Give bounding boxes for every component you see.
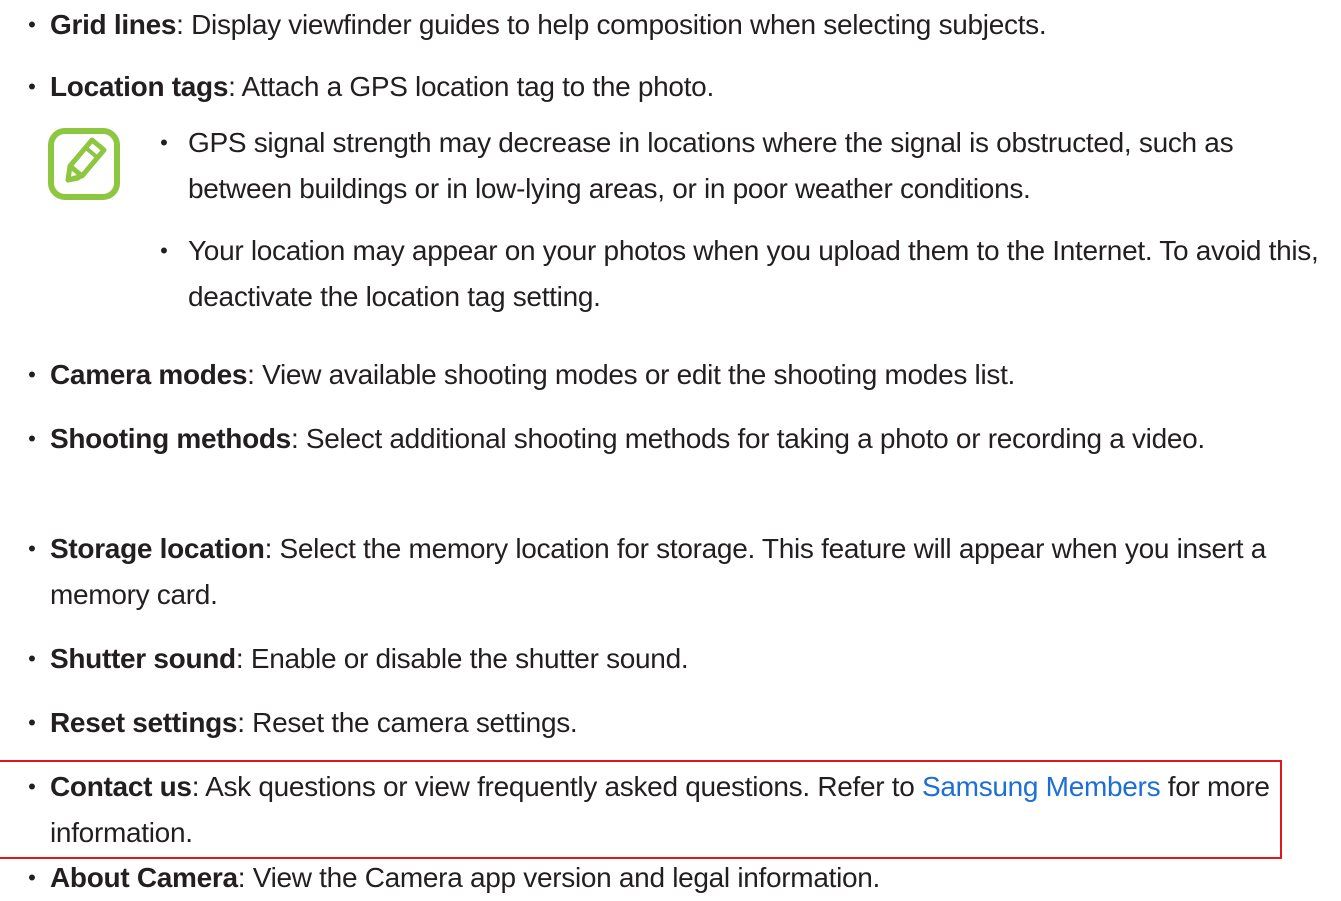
item-desc: : View the Camera app version and legal …: [237, 862, 881, 893]
item-term: Contact us: [50, 771, 192, 802]
bullet: •: [28, 710, 36, 735]
note-text: GPS signal strength may decrease in loca…: [188, 127, 1234, 204]
note-block: • GPS signal strength may decrease in lo…: [48, 120, 1338, 330]
bullet: •: [160, 130, 168, 155]
note-bullet-gps: • GPS signal strength may decrease in lo…: [154, 120, 1334, 212]
list-item-storage-location: • Storage location: Select the memory lo…: [22, 526, 1322, 618]
item-text: Storage location: Select the memory loca…: [50, 526, 1322, 618]
item-desc: : Display viewfinder guides to help comp…: [176, 9, 1047, 40]
note-pencil-icon: [48, 128, 120, 200]
note-bullet-location: • Your location may appear on your photo…: [154, 228, 1334, 320]
manual-page: • Grid lines: Display viewfinder guides …: [0, 0, 1341, 898]
bullet: •: [28, 865, 36, 890]
bullet: •: [28, 536, 36, 561]
list-item-grid-lines: • Grid lines: Display viewfinder guides …: [22, 2, 1322, 48]
item-desc: : Attach a GPS location tag to the photo…: [228, 71, 714, 102]
item-text: About Camera: View the Camera app versio…: [50, 855, 1322, 901]
item-text: Grid lines: Display viewfinder guides to…: [50, 2, 1322, 48]
list-item-camera-modes: • Camera modes: View available shooting …: [22, 352, 1322, 398]
item-term: Shutter sound: [50, 643, 236, 674]
bullet: •: [28, 12, 36, 37]
item-term: Reset settings: [50, 707, 238, 738]
item-desc: : Select additional shooting methods for…: [290, 423, 1205, 454]
item-term: Storage location: [50, 533, 265, 564]
item-text: Location tags: Attach a GPS location tag…: [50, 64, 1322, 110]
list-item-reset-settings: • Reset settings: Reset the camera setti…: [22, 700, 1322, 746]
samsung-members-link[interactable]: Samsung Members: [922, 771, 1161, 802]
item-desc: : View available shooting modes or edit …: [247, 359, 1016, 390]
item-desc: : Reset the camera settings.: [237, 707, 578, 738]
item-text: Reset settings: Reset the camera setting…: [50, 700, 1322, 746]
bullet: •: [28, 362, 36, 387]
item-term: About Camera: [50, 862, 238, 893]
note-text: Your location may appear on your photos …: [188, 235, 1319, 312]
item-text: Contact us: Ask questions or view freque…: [50, 764, 1322, 856]
bullet: •: [28, 74, 36, 99]
item-term: Shooting methods: [50, 423, 291, 454]
item-text: Shooting methods: Select additional shoo…: [50, 416, 1322, 462]
bullet: •: [28, 774, 36, 799]
list-item-about-camera: • About Camera: View the Camera app vers…: [22, 855, 1322, 901]
bullet: •: [28, 426, 36, 451]
list-item-shooting-methods: • Shooting methods: Select additional sh…: [22, 416, 1322, 462]
list-item-shutter-sound: • Shutter sound: Enable or disable the s…: [22, 636, 1322, 682]
item-term: Grid lines: [50, 9, 177, 40]
bullet: •: [28, 646, 36, 671]
list-item-location-tags: • Location tags: Attach a GPS location t…: [22, 64, 1322, 110]
item-text: Shutter sound: Enable or disable the shu…: [50, 636, 1322, 682]
bullet: •: [160, 238, 168, 263]
list-item-contact-us: • Contact us: Ask questions or view freq…: [22, 764, 1322, 856]
item-desc: : Enable or disable the shutter sound.: [235, 643, 689, 674]
item-term: Location tags: [50, 71, 229, 102]
item-desc: : Ask questions or view frequently asked…: [191, 771, 923, 802]
item-term: Camera modes: [50, 359, 248, 390]
item-text: Camera modes: View available shooting mo…: [50, 352, 1322, 398]
